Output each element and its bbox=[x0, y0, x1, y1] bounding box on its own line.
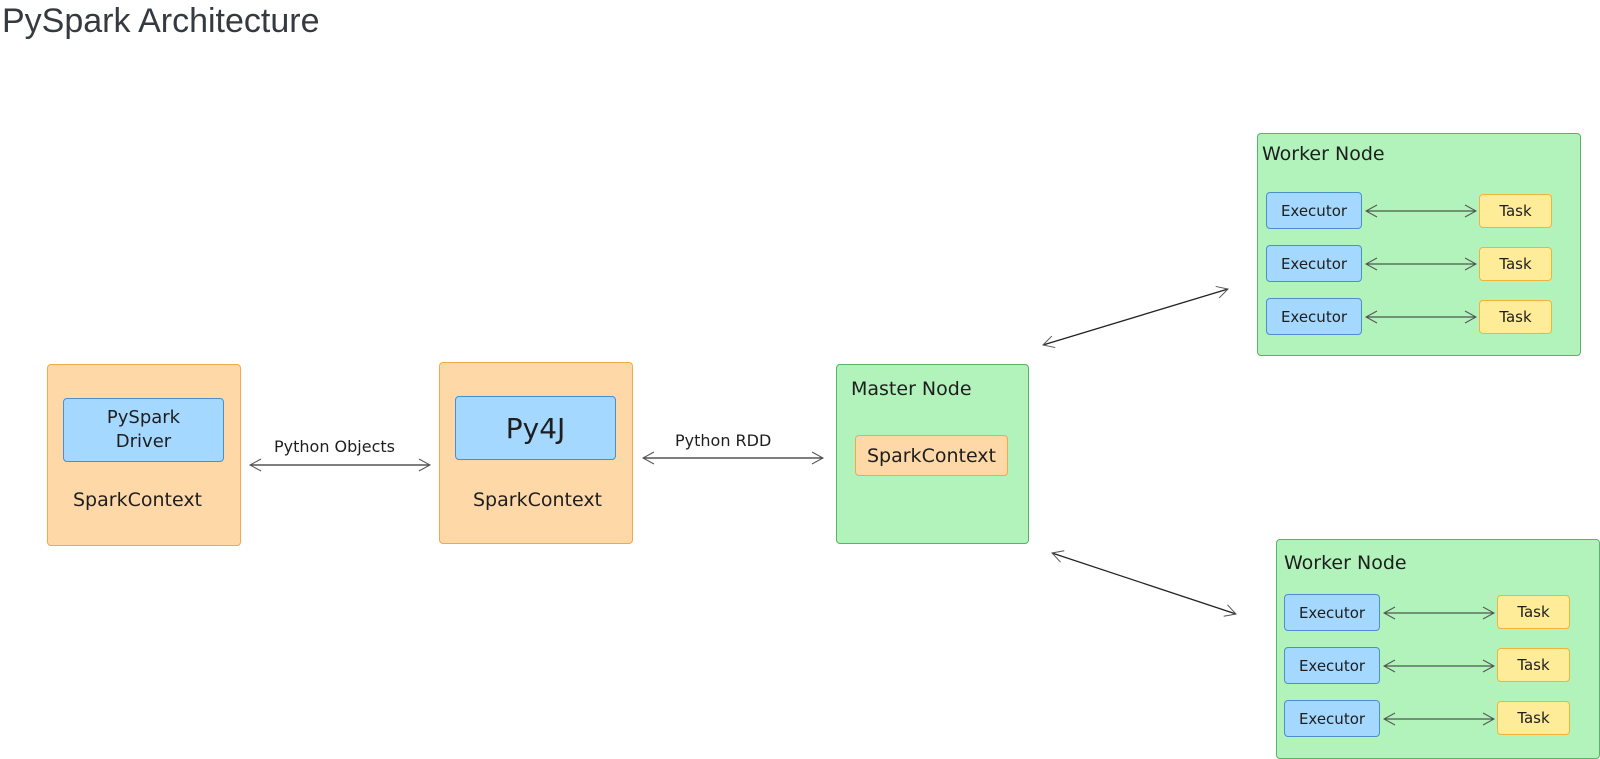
connector-layer bbox=[248, 204, 1496, 726]
arrow-master-worker2[interactable] bbox=[1051, 550, 1237, 617]
arrow-master-worker1[interactable] bbox=[1042, 285, 1229, 349]
